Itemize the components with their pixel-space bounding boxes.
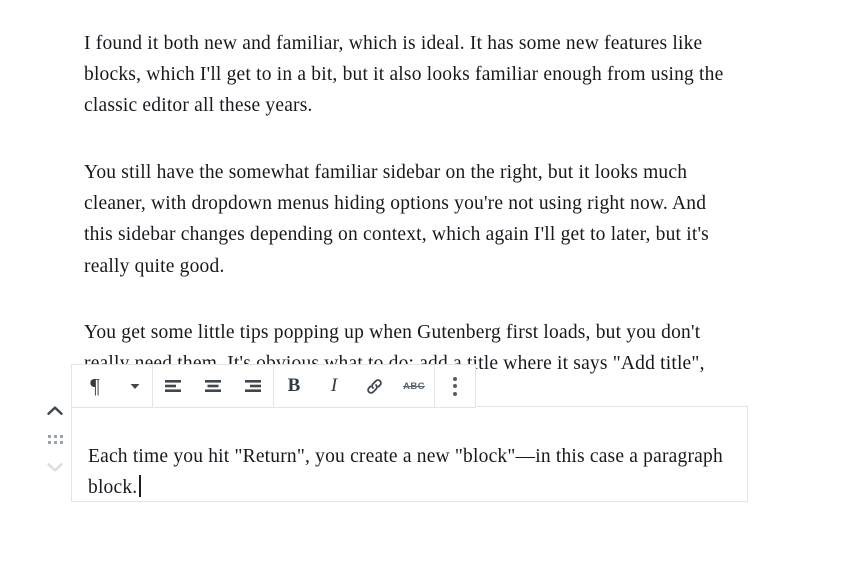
block-type-switcher-button[interactable]: ¶: [72, 365, 118, 407]
toolbar-group-formatting: B I ABC: [274, 365, 435, 407]
align-center-button[interactable]: [193, 365, 233, 407]
block-type-dropdown-button[interactable]: [118, 365, 152, 407]
block-toolbar: ¶ B I ABC: [71, 364, 476, 408]
drag-handle-icon[interactable]: [40, 424, 70, 454]
toolbar-group-more: [435, 365, 475, 407]
move-block-up-button[interactable]: [40, 398, 70, 424]
kebab-menu-icon: [453, 376, 457, 396]
paragraph-block-1[interactable]: I found it both new and familiar, which …: [84, 28, 734, 122]
bold-icon: B: [287, 375, 301, 396]
italic-icon: I: [330, 375, 338, 396]
align-center-icon: [203, 378, 223, 394]
toolbar-group-block-type: ¶: [72, 365, 153, 407]
toolbar-group-alignment: [153, 365, 274, 407]
align-right-button[interactable]: [233, 365, 273, 407]
align-right-icon: [243, 378, 263, 394]
drag-handle-dots: [47, 434, 63, 444]
bold-button[interactable]: B: [274, 365, 314, 407]
block-mover-controls: [40, 398, 70, 486]
align-left-button[interactable]: [153, 365, 193, 407]
chevron-down-icon: [130, 383, 140, 390]
strikethrough-button[interactable]: ABC: [394, 365, 434, 407]
block-text: Each time you hit "Return", you create a…: [88, 445, 723, 498]
link-icon: [365, 377, 384, 396]
more-options-button[interactable]: [435, 365, 475, 407]
selected-paragraph-block[interactable]: Each time you hit "Return", you create a…: [71, 406, 748, 502]
chevron-down-icon: [46, 460, 64, 474]
strikethrough-icon: ABC: [403, 380, 425, 392]
text-caret: [139, 474, 141, 497]
paragraph-block-2[interactable]: You still have the somewhat familiar sid…: [84, 157, 734, 283]
paragraph-icon: ¶: [90, 373, 100, 398]
align-left-icon: [163, 378, 183, 394]
editor-canvas: I found it both new and familiar, which …: [0, 0, 850, 567]
block-editable-text[interactable]: Each time you hit "Return", you create a…: [88, 441, 728, 504]
link-button[interactable]: [354, 365, 394, 407]
chevron-up-icon: [46, 404, 64, 418]
italic-button[interactable]: I: [314, 365, 354, 407]
move-block-down-button[interactable]: [40, 454, 70, 480]
